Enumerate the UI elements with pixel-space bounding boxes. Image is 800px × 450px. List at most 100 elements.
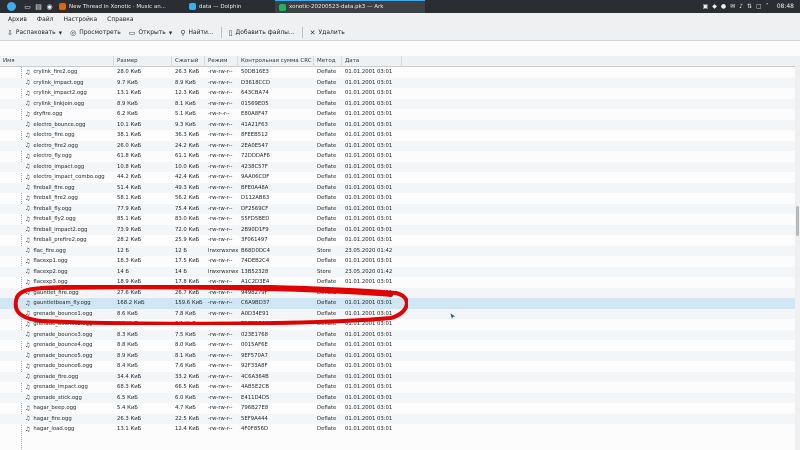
chevron-down-icon[interactable]: ▾ <box>59 29 63 37</box>
column-header-crc[interactable]: Контрольная сумма CRC <box>238 56 314 67</box>
file-method-cell: Deflate <box>317 153 337 160</box>
file-method-cell: Deflate <box>317 195 337 202</box>
table-row[interactable]: ♫ fireball_fire.ogg 51.4 КиБ 49.3 КиБ -rw-rw… <box>0 182 800 193</box>
table-row[interactable]: ♫ flac_fire.ogg 12 Б 12 Бlrwxrwxrwx B68D0DC4… <box>0 245 800 256</box>
volume-icon[interactable]: ♪ <box>739 3 743 10</box>
table-row[interactable]: ♫ crylink_impact.ogg 9.7 КиБ 8.9 КиБ -rw-rw-… <box>0 77 800 88</box>
table-row[interactable]: ♫ fireball_impact2.ogg 73.9 КиБ 72.0 КиБ -rw… <box>0 224 800 235</box>
file-packed-cell: 4.7 КиБ <box>175 405 196 412</box>
file-name: electro_impact.ogg <box>33 163 85 170</box>
file-method-cell: Deflate <box>317 363 337 370</box>
table-row[interactable]: ♫ electro_impact.ogg 10.8 КиБ 10.0 КиБ -rw-r… <box>0 161 800 172</box>
table-row[interactable]: ♫ grenade_bounce5.ogg 8.9 КиБ 8.1 КиБ -rw-rw… <box>0 350 800 361</box>
tray-expand-icon[interactable]: ˄ <box>766 3 769 10</box>
table-row[interactable]: ♫ grenade_stick.ogg 6.5 КиБ 6.0 КиБ -rw-rw-r… <box>0 392 800 403</box>
tray-app-icon[interactable]: ◆ <box>712 3 717 10</box>
table-row[interactable]: ♫ dryfire.ogg 6.2 КиБ 5.1 КиБ -rw-r--r-- E80A… <box>0 109 800 120</box>
file-name: flacexp3.ogg <box>33 279 68 286</box>
clock[interactable]: 08:48 <box>777 3 794 10</box>
file-date-cell: 01.01.2001 03:01 <box>345 237 393 244</box>
find-button[interactable]: ⚲ Найти... <box>176 26 217 39</box>
file-date-cell: 23.05.2020 01:42 <box>345 247 393 254</box>
file-crc-cell: A0D34E91 <box>241 310 269 317</box>
file-name-cell: ♫ electro_impact_combo.ogg <box>0 174 114 181</box>
table-row-selected[interactable]: ♫ gauntletbeam_fly.ogg 168.2 КиБ 159.6 КиБ -… <box>0 298 800 309</box>
table-row[interactable]: ♫ hagar_load.ogg 13.1 КиБ 12.4 КиБ -rw-rw-r-… <box>0 424 800 435</box>
application-launcher[interactable] <box>0 0 22 13</box>
file-mode-cell: -rw-rw-r-- <box>208 426 233 433</box>
table-row[interactable]: ♫ grenade_bounce1.ogg 8.6 КиБ 7.8 КиБ -rw-rw… <box>0 308 800 319</box>
audio-file-icon: ♫ <box>25 236 31 244</box>
file-method-cell: Deflate <box>317 69 337 76</box>
table-row[interactable]: ♫ crylink_impact2.ogg 13.1 КиБ 12.3 КиБ -rw-… <box>0 88 800 99</box>
clipboard-icon[interactable]: ▢ <box>756 3 762 10</box>
file-crc-cell: D112AB63 <box>241 195 270 202</box>
table-row[interactable]: ♫ electro_fly.ogg 61.8 КиБ 61.1 КиБ -rw-rw-r… <box>0 151 800 162</box>
table-row[interactable]: ♫ electro_fire.ogg 38.1 КиБ 36.3 КиБ -rw-rw-… <box>0 130 800 141</box>
chevron-down-icon[interactable]: ▾ <box>169 29 173 37</box>
column-header-name[interactable]: Имя <box>0 56 114 67</box>
column-header-mode[interactable]: Режим <box>205 56 238 67</box>
browser-icon[interactable]: ◉ <box>44 0 55 13</box>
file-method-cell: Deflate <box>317 352 337 359</box>
table-row[interactable]: ♫ grenade_bounce6.ogg 8.4 КиБ 7.6 КиБ -rw-rw… <box>0 361 800 372</box>
menu-file[interactable]: Файл <box>32 16 59 23</box>
column-header-size[interactable]: Размер <box>114 56 172 67</box>
file-size-cell: 27.6 КиБ <box>117 289 142 296</box>
table-row[interactable]: ♫ crylink_linkjoin.ogg 8.9 КиБ 8.1 КиБ -rw-r… <box>0 98 800 109</box>
menu-archive[interactable]: Архив <box>3 16 32 23</box>
extract-icon: ⇩ <box>7 28 13 37</box>
tray-app-icon[interactable]: ● <box>721 3 726 10</box>
table-row[interactable]: ♫ hagar_beep.ogg 5.4 КиБ 4.7 КиБ -rw-rw-r-- 7… <box>0 403 800 414</box>
table-row[interactable]: ♫ fireball_prefire2.ogg 28.2 КиБ 25.9 КиБ -r… <box>0 235 800 246</box>
table-row[interactable]: ♫ flacexp1.ogg 18.3 КиБ 17.5 КиБ -rw-rw-r-- 7… <box>0 256 800 267</box>
column-header-packed[interactable]: Сжатый <box>172 56 205 67</box>
table-row[interactable]: ♫ electro_impact_combo.ogg 44.2 КиБ 42.4 Ки… <box>0 172 800 183</box>
file-size-cell: 26.0 КиБ <box>117 142 142 149</box>
file-mode-cell: -rw-rw-r-- <box>208 184 233 191</box>
notification-icon[interactable]: ✉ <box>730 3 735 10</box>
table-row[interactable]: ♫ grenade_impact.ogg 68.3 КиБ 66.5 КиБ -rw-r… <box>0 382 800 393</box>
audio-file-icon: ♫ <box>25 79 31 87</box>
table-row[interactable]: ♫ hagar_fire.ogg 26.3 КиБ 22.5 КиБ -rw-rw-r-… <box>0 413 800 424</box>
extract-label: Распаковать <box>15 29 56 36</box>
file-name-cell: ♫ grenade_bounce2.ogg <box>0 321 114 328</box>
file-crc-cell: 3F061497 <box>241 237 268 244</box>
table-row[interactable]: ♫ grenade_fire.ogg 34.4 КиБ 33.2 КиБ -rw-rw-… <box>0 371 800 382</box>
scrollbar-thumb[interactable] <box>796 206 799 236</box>
taskbar-task[interactable]: New Thread in Xonotic · Music an... <box>55 0 185 13</box>
terminal-icon[interactable]: ▭ <box>22 0 33 13</box>
open-button[interactable]: ▭ Открыть ▾ <box>125 26 177 39</box>
table-row[interactable]: ♫ grenade_bounce4.ogg 8.8 КиБ 8.0 КиБ -rw-rw… <box>0 340 800 351</box>
add-files-button[interactable]: ▯ Добавить файлы... <box>225 26 299 39</box>
table-row[interactable]: ♫ fireball_fly.ogg 77.9 КиБ 75.4 КиБ -rw-rw-… <box>0 203 800 214</box>
table-row[interactable]: ♫ flacexp3.ogg 18.9 КиБ 17.8 КиБ -rw-rw-r-- A… <box>0 277 800 288</box>
table-row[interactable]: ♫ grenade_bounce2.ogg 8.9 КиБ 8.1 КиБ -rw-rw… <box>0 319 800 330</box>
tray-app-icon[interactable]: ▣ <box>703 3 709 10</box>
files-icon[interactable]: ▤ <box>33 0 44 13</box>
table-row[interactable]: ♫ grenade_bounce3.ogg 8.3 КиБ 7.5 КиБ -rw-rw… <box>0 329 800 340</box>
table-row[interactable]: ♫ electro_fire2.ogg 26.0 КиБ 24.2 КиБ -rw-rw… <box>0 140 800 151</box>
file-mode-cell: -rw-r--r-- <box>208 111 230 118</box>
file-packed-cell: 10.0 КиБ <box>175 163 200 170</box>
table-row[interactable]: ♫ flacexp2.ogg 14 Б 14 Бlrwxrwxrwx 13B52328 S… <box>0 266 800 277</box>
file-method-cell: Deflate <box>317 205 337 212</box>
delete-button[interactable]: ✕ Удалить <box>306 26 349 39</box>
audio-file-icon: ♫ <box>25 257 31 265</box>
table-row[interactable]: ♫ fireball_fire2.ogg 58.1 КиБ 56.2 КиБ -rw-r… <box>0 193 800 204</box>
taskbar-task[interactable]: xonotic-20200523-data.pk3 — Ark <box>275 0 425 13</box>
menu-settings[interactable]: Настройка <box>58 16 102 23</box>
table-row[interactable]: ♫ crylink_fire2.ogg 28.0 КиБ 26.3 КиБ -rw-rw… <box>0 67 800 78</box>
menu-help[interactable]: Справка <box>102 16 138 23</box>
column-header-date[interactable]: Дата <box>342 56 402 67</box>
taskbar-task[interactable]: data — Dolphin <box>185 0 275 13</box>
file-name: grenade_bounce5.ogg <box>33 352 93 359</box>
preview-button[interactable]: ◎ Просмотреть <box>66 26 125 39</box>
column-header-method[interactable]: Метод <box>314 56 342 67</box>
extract-button[interactable]: ⇩ Распаковать ▾ <box>3 26 66 39</box>
vertical-scrollbar[interactable] <box>795 56 800 450</box>
network-icon[interactable]: ⇅ <box>747 3 752 10</box>
table-row[interactable]: ♫ electro_bounce.ogg 10.1 КиБ 9.3 КиБ -rw-rw… <box>0 119 800 130</box>
table-row[interactable]: ♫ gauntlet_fire.ogg 27.6 КиБ 26.7 КиБ -rw-rw… <box>0 287 800 298</box>
table-row[interactable]: ♫ fireball_fly2.ogg 85.1 КиБ 83.0 КиБ -rw-rw… <box>0 214 800 225</box>
